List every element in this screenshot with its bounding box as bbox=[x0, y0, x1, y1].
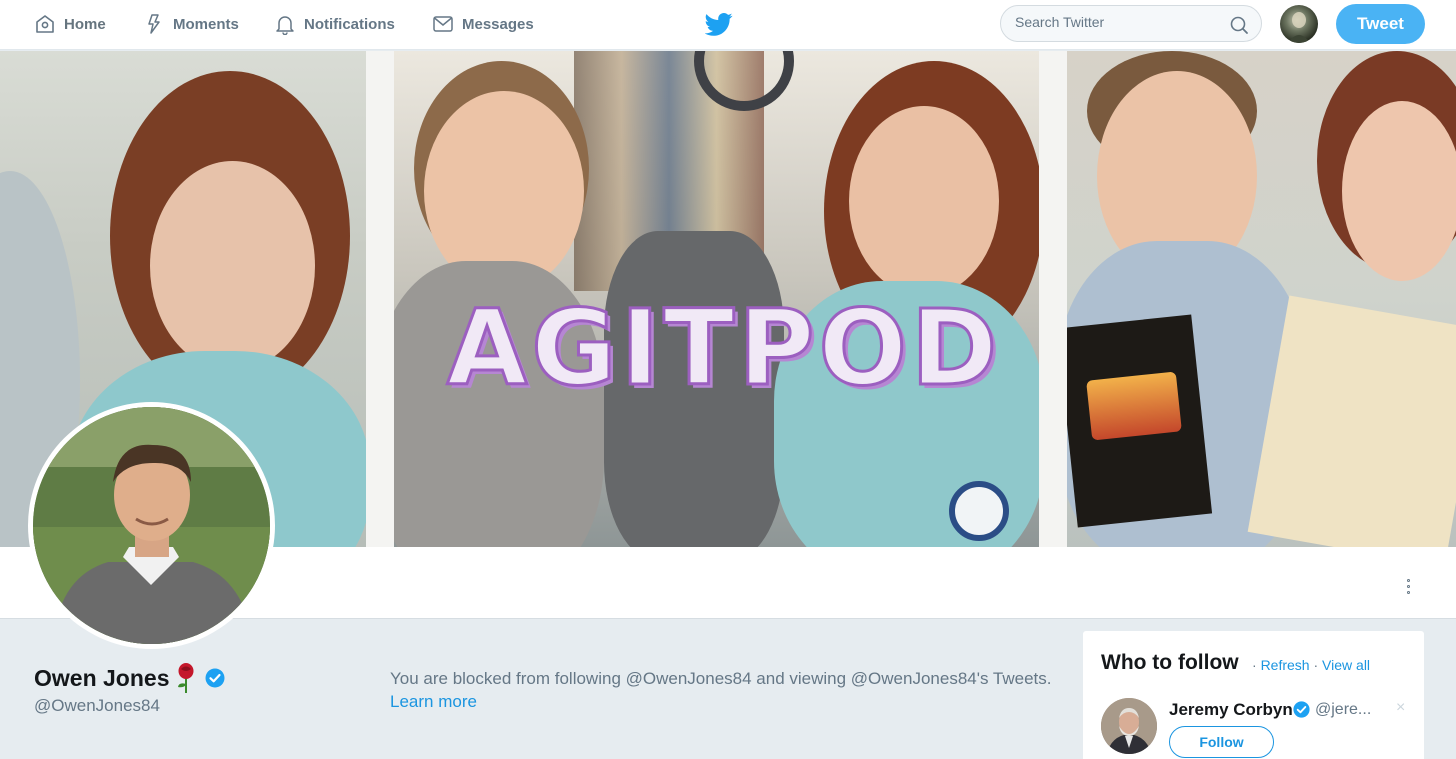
nav-messages[interactable]: Messages bbox=[432, 0, 534, 48]
suggestion-name[interactable]: Jeremy Corbyn bbox=[1169, 700, 1293, 720]
learn-more-link[interactable]: Learn more bbox=[390, 690, 1051, 713]
home-icon bbox=[34, 13, 56, 35]
profile-avatar-image bbox=[33, 407, 270, 644]
dot bbox=[1406, 584, 1410, 588]
verified-badge-icon bbox=[1293, 701, 1310, 718]
rose-emoji-icon bbox=[178, 663, 194, 693]
blocked-notice: You are blocked from following @OwenJone… bbox=[390, 667, 1051, 713]
dismiss-suggestion-icon[interactable]: × bbox=[1396, 699, 1405, 717]
nav-moments[interactable]: Moments bbox=[143, 0, 239, 48]
search-input[interactable] bbox=[1015, 14, 1215, 30]
nav-notifications-label: Notifications bbox=[304, 15, 395, 33]
separator: · bbox=[1309, 657, 1323, 673]
dot bbox=[1406, 578, 1410, 582]
profile-name: Owen Jones bbox=[34, 664, 170, 691]
who-to-follow-links: · Refresh · View all bbox=[1252, 657, 1370, 673]
who-to-follow-card: Who to follow · Refresh · View all Jerem… bbox=[1083, 631, 1424, 759]
profile-handle: @OwenJones84 bbox=[34, 696, 160, 715]
blocked-message: You are blocked from following @OwenJone… bbox=[390, 669, 1052, 688]
suggestion-avatar-illustration bbox=[1101, 698, 1157, 754]
search-box bbox=[1000, 5, 1262, 42]
nav-home-label: Home bbox=[64, 15, 106, 33]
refresh-link[interactable]: Refresh bbox=[1261, 657, 1310, 673]
tweet-button[interactable]: Tweet bbox=[1336, 4, 1425, 44]
profile-avatar-illustration bbox=[33, 407, 270, 644]
suggestion-handle: @jere... bbox=[1315, 701, 1372, 718]
more-options-icon[interactable] bbox=[1395, 573, 1421, 599]
verified-badge-icon bbox=[205, 668, 225, 688]
separator: · bbox=[1252, 657, 1261, 673]
banner-overlay-text: AGITPOD bbox=[445, 286, 1002, 411]
top-navigation-bar: Home Moments Notifications Messages Sear… bbox=[0, 0, 1456, 50]
twitter-bird-icon[interactable] bbox=[705, 10, 733, 38]
dot bbox=[1406, 590, 1410, 594]
follow-button[interactable]: Follow bbox=[1169, 726, 1274, 758]
banner-photo-right bbox=[1067, 51, 1456, 547]
user-avatar[interactable] bbox=[1280, 5, 1318, 43]
bell-icon bbox=[274, 13, 296, 35]
nav-home[interactable]: Home bbox=[34, 0, 106, 48]
profile-name-row: Owen Jones bbox=[34, 662, 225, 694]
who-to-follow-title: Who to follow bbox=[1101, 651, 1239, 674]
profile-avatar[interactable] bbox=[28, 402, 275, 649]
nav-notifications[interactable]: Notifications bbox=[274, 0, 395, 48]
search-icon[interactable] bbox=[1229, 15, 1249, 35]
nav-moments-label: Moments bbox=[173, 15, 239, 33]
lightning-icon bbox=[143, 13, 165, 35]
envelope-icon bbox=[432, 13, 454, 35]
suggestion-avatar[interactable] bbox=[1101, 698, 1157, 754]
view-all-link[interactable]: View all bbox=[1322, 657, 1370, 673]
avatar-image bbox=[1288, 12, 1310, 43]
nav-messages-label: Messages bbox=[462, 15, 534, 33]
